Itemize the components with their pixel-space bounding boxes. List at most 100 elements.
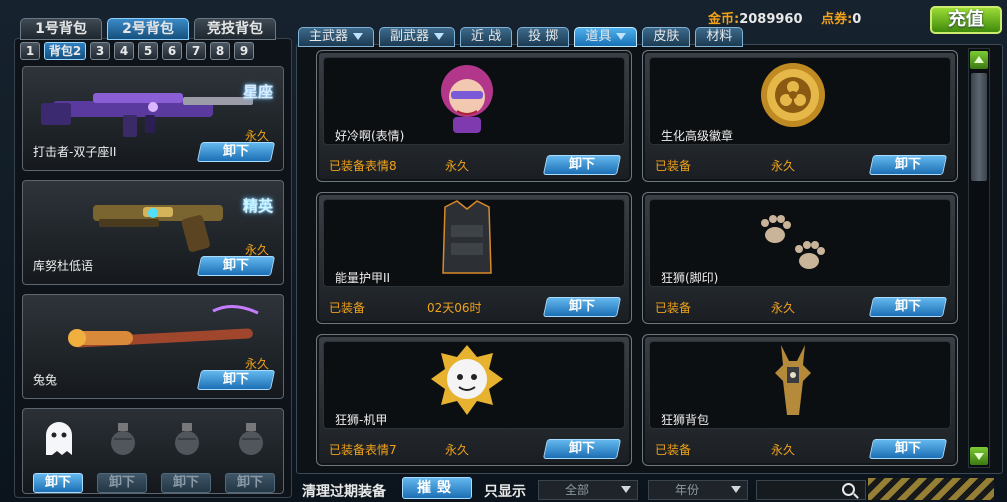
item-card[interactable]: 狂狮-机甲 已装备表情7 永久 卸下: [316, 334, 632, 466]
tab-materials[interactable]: 材料: [695, 27, 744, 47]
unequip-button[interactable]: 卸下: [868, 439, 948, 459]
loadout-tab-4[interactable]: 4: [114, 42, 134, 60]
slot-unequip-button[interactable]: 卸下: [225, 473, 275, 493]
bag-tabs: 1号背包 2号背包 竞技背包: [20, 18, 276, 40]
filter-year-select[interactable]: 年份: [648, 480, 748, 500]
tab-primary-weapon[interactable]: 主武器: [298, 27, 375, 47]
chevron-down-icon: [731, 486, 741, 493]
loadout-tab-2[interactable]: 背包2: [44, 42, 86, 60]
recharge-button[interactable]: 充值: [930, 6, 1002, 34]
scroll-down-icon[interactable]: [970, 447, 988, 465]
chevron-down-icon: [353, 33, 364, 40]
tab-bag-arena[interactable]: 竞技背包: [194, 18, 276, 40]
unequip-button[interactable]: 卸下: [868, 297, 948, 317]
chevron-down-icon: [434, 33, 445, 40]
unequip-button[interactable]: 卸下: [542, 297, 622, 317]
chevron-down-icon: [616, 33, 627, 40]
item-status: 已装备: [655, 159, 692, 173]
bat-icon: [68, 305, 259, 348]
unequip-button[interactable]: 卸下: [196, 142, 276, 162]
tab-props[interactable]: 道具: [574, 27, 638, 47]
filter-all-select[interactable]: 全部: [538, 480, 638, 500]
loadout-tab-1[interactable]: 1: [20, 42, 40, 60]
unequip-button-label: 卸下: [568, 157, 595, 172]
search-icon[interactable]: [842, 483, 855, 496]
item-duration: 永久: [771, 443, 796, 457]
item-card[interactable]: 狂狮背包 已装备 永久 卸下: [642, 334, 958, 466]
unequip-button-label: 卸下: [894, 299, 921, 314]
grenade-icon: [239, 423, 263, 455]
tab-secondary-weapon[interactable]: 副武器: [379, 27, 456, 47]
loadout-tab-5[interactable]: 5: [138, 42, 158, 60]
item-name: 好冷啊(表情): [335, 129, 405, 143]
unequip-button-label: 卸下: [222, 372, 249, 387]
item-grid-scrollbar[interactable]: [968, 48, 990, 468]
item-name: 生化高级徽章: [661, 129, 734, 143]
biohazard-badge-icon: [761, 63, 825, 127]
item-name: 狂狮背包: [661, 413, 710, 427]
pistol-icon: [93, 205, 223, 252]
slot-unequip-button[interactable]: 卸下: [33, 473, 83, 493]
tab-bag-2[interactable]: 2号背包: [107, 18, 189, 40]
slot-grenade[interactable]: 卸下: [97, 417, 147, 493]
armor-vest-icon: [442, 200, 492, 274]
slot-unequip-button[interactable]: 卸下: [97, 473, 147, 493]
clear-expired-label: 清理过期装备: [302, 484, 386, 500]
tab-skins[interactable]: 皮肤: [642, 27, 691, 47]
loadout-tab-6[interactable]: 6: [162, 42, 182, 60]
slot-unequip-button[interactable]: 卸下: [161, 473, 211, 493]
slot-grenade[interactable]: 卸下: [161, 417, 211, 493]
weapon-name: 打击者-双子座II: [33, 145, 117, 159]
primary-weapon-card[interactable]: 星座 永久 打击者-双子座II 卸下: [22, 66, 284, 171]
tab-melee[interactable]: 近 战: [460, 27, 513, 47]
ghost-icon: [46, 422, 72, 455]
item-name: 狂狮(脚印): [661, 271, 719, 285]
unequip-button-label: 卸下: [568, 441, 595, 456]
item-card[interactable]: 生化高级徽章 已装备 永久 卸下: [642, 50, 958, 182]
unequip-button[interactable]: 卸下: [196, 256, 276, 276]
tab-throwable[interactable]: 投 掷: [517, 27, 570, 47]
unequip-button[interactable]: 卸下: [542, 439, 622, 459]
item-card[interactable]: 狂狮(脚印) 已装备 永久 卸下: [642, 192, 958, 324]
item-duration: 永久: [771, 159, 796, 173]
unequip-button[interactable]: 卸下: [542, 155, 622, 175]
loadout-tab-9[interactable]: 9: [234, 42, 254, 60]
loadout-tab-7[interactable]: 7: [186, 42, 206, 60]
unequip-button-label: 卸下: [222, 258, 249, 273]
gold-label: 金币:: [708, 12, 740, 27]
loadout-number-tabs: 1 背包2 3 4 5 6 7 8 9: [20, 42, 254, 60]
slot-ghost[interactable]: 卸下: [33, 417, 83, 493]
weapon-name: 库努杜低语: [33, 259, 94, 273]
item-card[interactable]: 能量护甲II 已装备 02天06时 卸下: [316, 192, 632, 324]
secondary-weapon-card[interactable]: 精英 永久 库努杜低语 卸下: [22, 180, 284, 285]
points-value: 0: [852, 12, 862, 27]
unequip-button-label: 卸下: [894, 157, 921, 172]
slot-grenade[interactable]: 卸下: [225, 417, 275, 493]
category-tabs: 主武器 副武器 近 战 投 掷 道具 皮肤 材料: [298, 27, 744, 47]
unequip-button-label: 卸下: [894, 441, 921, 456]
scroll-thumb[interactable]: [971, 73, 987, 181]
melee-weapon-card[interactable]: 永久 兔兔 卸下: [22, 294, 284, 399]
filter-all-value: 全部: [565, 483, 590, 497]
item-card[interactable]: 好冷啊(表情) 已装备表情8 永久 卸下: [316, 50, 632, 182]
item-name: 能量护甲II: [335, 271, 391, 285]
scroll-up-icon[interactable]: [970, 51, 988, 69]
constellation-badge: 星座: [242, 83, 273, 101]
weapon-name: 兔兔: [33, 373, 58, 387]
destroy-button[interactable]: 摧毁: [402, 477, 472, 499]
tab-bag-1[interactable]: 1号背包: [20, 18, 102, 40]
elite-badge: 精英: [242, 197, 273, 215]
throwable-slots: 卸下 卸下 卸下 卸下: [22, 408, 284, 494]
unequip-button-label: 卸下: [568, 299, 595, 314]
loadout-tab-3[interactable]: 3: [90, 42, 110, 60]
rifle-icon: [41, 93, 253, 137]
unequip-button[interactable]: 卸下: [868, 155, 948, 175]
item-duration: 永久: [445, 159, 470, 173]
grenade-icon: [175, 423, 199, 455]
hazard-stripes: [868, 478, 994, 500]
loadout-tab-8[interactable]: 8: [210, 42, 230, 60]
unequip-button[interactable]: 卸下: [196, 370, 276, 390]
item-duration: 永久: [771, 301, 796, 315]
tab-label: 道具: [585, 29, 612, 44]
item-duration: 02天06时: [427, 301, 482, 315]
